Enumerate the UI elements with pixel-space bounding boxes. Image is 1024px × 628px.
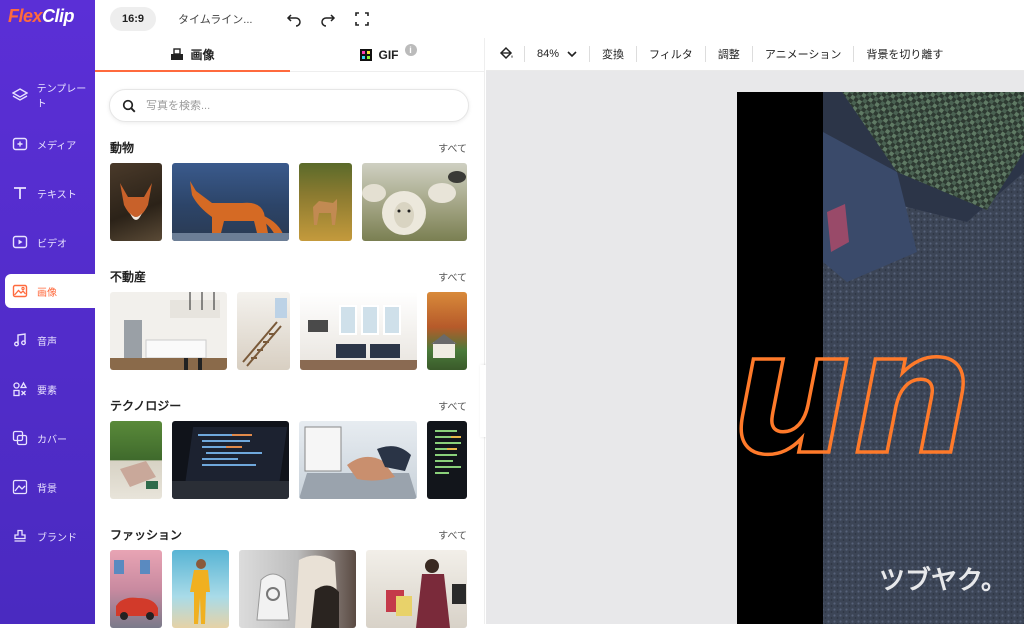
image-thumbnail[interactable]: [172, 550, 229, 628]
fullscreen-icon[interactable]: [354, 11, 370, 27]
search-icon: [122, 99, 136, 112]
see-all-link[interactable]: すべて: [438, 140, 467, 155]
category-technology: テクノロジー すべて: [110, 397, 467, 499]
flexclip-logo[interactable]: FlexClip: [8, 6, 75, 27]
media-add-icon: [11, 135, 29, 153]
image-thumbnail[interactable]: [110, 421, 162, 499]
animation-button[interactable]: アニメーション: [753, 46, 854, 62]
image-thumbnail[interactable]: [239, 550, 356, 628]
sidebar-item-label: ブランド: [37, 532, 77, 544]
sidebar-item-cover[interactable]: カバー: [5, 421, 95, 455]
sidebar-item-media[interactable]: メディア: [5, 127, 95, 161]
category-animals: 動物 すべて: [110, 139, 467, 241]
category-title: ファッション: [110, 527, 183, 542]
brand-stamp-icon: [11, 527, 29, 545]
sidebar-item-label: テンプレート: [36, 84, 87, 110]
media-tabs: 画像 GIF i: [95, 38, 485, 72]
image-thumbnail[interactable]: [366, 550, 467, 628]
video-canvas[interactable]: un ツブヤク。: [737, 92, 1024, 624]
text-icon: [11, 184, 29, 202]
cover-icon: [11, 429, 29, 447]
timeline-title[interactable]: タイムライン...: [178, 11, 252, 27]
elements-icon: [11, 380, 29, 398]
music-note-icon: [11, 331, 29, 349]
gif-icon: [359, 49, 372, 61]
sidebar-item-text[interactable]: テキスト: [5, 176, 95, 210]
sidebar-item-elements[interactable]: 要素: [5, 372, 95, 406]
thumbnail-row: [110, 163, 467, 241]
thumbnail-row: [110, 550, 467, 628]
see-all-link[interactable]: すべて: [438, 527, 467, 542]
image-thumbnail[interactable]: [172, 163, 289, 241]
tab-label: 画像: [190, 47, 215, 62]
image-thumbnail[interactable]: [172, 421, 289, 499]
edit-toolbar: 84% 変換 フィルタ 調整 アニメーション 背景を切り離す: [486, 38, 1024, 71]
undo-icon[interactable]: [286, 11, 302, 27]
category-real-estate: 不動産 すべて: [110, 268, 467, 370]
search-input[interactable]: [146, 99, 446, 112]
image-thumbnail[interactable]: [110, 163, 162, 241]
chevron-down-icon: [567, 51, 577, 58]
canvas-image: un ツブヤク。: [737, 92, 1024, 624]
image-thumbnail[interactable]: [427, 292, 467, 370]
sidebar-item-templates[interactable]: テンプレート: [5, 78, 95, 112]
sidebar-item-label: 背景: [37, 483, 57, 495]
sidebar-item-label: ビデオ: [37, 238, 67, 250]
aspect-ratio-button[interactable]: 16:9: [110, 7, 157, 31]
sidebar-item-video[interactable]: ビデオ: [5, 225, 95, 259]
tab-images[interactable]: 画像: [95, 38, 290, 72]
sidebar-item-brand[interactable]: ブランド: [5, 519, 95, 553]
category-title: 不動産: [110, 269, 147, 284]
redo-icon[interactable]: [320, 11, 336, 27]
image-thumbnail[interactable]: [300, 292, 417, 370]
image-thumbnail[interactable]: [299, 421, 417, 499]
transform-button[interactable]: 変換: [590, 46, 636, 62]
thumbnail-row: [110, 421, 467, 499]
image-thumbnail[interactable]: [110, 292, 227, 370]
canvas-title-text: un: [737, 295, 973, 493]
tab-label: GIF: [378, 48, 399, 62]
image-thumbnail[interactable]: [362, 163, 467, 241]
category-title: テクノロジー: [110, 398, 182, 413]
media-panel: 画像 GIF i 動物 すべて: [95, 38, 485, 628]
image-thumbnail[interactable]: [427, 421, 467, 499]
sidebar-item-label: メディア: [37, 140, 77, 152]
adjust-button[interactable]: 調整: [706, 46, 752, 62]
sidebar-item-label: 画像: [37, 287, 57, 299]
remove-background-button[interactable]: 背景を切り離す: [854, 46, 955, 62]
sidebar-item-label: 要素: [37, 385, 57, 397]
category-title: 動物: [110, 140, 135, 155]
image-thumbnail[interactable]: [110, 550, 162, 628]
sidebar-item-label: 音声: [37, 336, 57, 348]
image-thumbnail[interactable]: [299, 163, 352, 241]
top-bar: 16:9 タイムライン...: [95, 0, 1024, 38]
see-all-link[interactable]: すべて: [438, 398, 467, 413]
filter-button[interactable]: フィルタ: [637, 46, 705, 62]
sidebar-item-background[interactable]: 背景: [5, 470, 95, 504]
see-all-link[interactable]: すべて: [438, 269, 467, 284]
category-fashion: ファッション すべて: [110, 526, 467, 628]
sidebar-item-images[interactable]: 画像: [5, 274, 95, 308]
zoom-value: 84%: [537, 48, 560, 60]
image-thumbnail[interactable]: [237, 292, 290, 370]
editor-area: 84% 変換 フィルタ 調整 アニメーション 背景を切り離す un ツブヤク。: [486, 38, 1024, 624]
search-bar: [109, 89, 469, 122]
sidebar-item-label: カバー: [37, 434, 67, 446]
image-tab-icon: [171, 48, 184, 60]
video-icon: [11, 233, 29, 251]
info-icon[interactable]: i: [404, 44, 417, 56]
sidebar: FlexClip テンプレート メディア テキスト ビデオ 画像 音声 要素 カ…: [0, 0, 95, 624]
background-icon: [11, 478, 29, 496]
image-icon: [11, 282, 29, 300]
sidebar-item-label: テキスト: [37, 189, 77, 201]
thumbnail-row: [110, 292, 467, 370]
fill-bucket-icon[interactable]: [486, 45, 524, 64]
tab-gif[interactable]: GIF i: [290, 38, 485, 72]
layers-icon: [11, 86, 29, 104]
zoom-select[interactable]: 84%: [525, 48, 589, 60]
watermark-text: ツブヤク。: [879, 565, 1007, 596]
sidebar-item-audio[interactable]: 音声: [5, 323, 95, 357]
